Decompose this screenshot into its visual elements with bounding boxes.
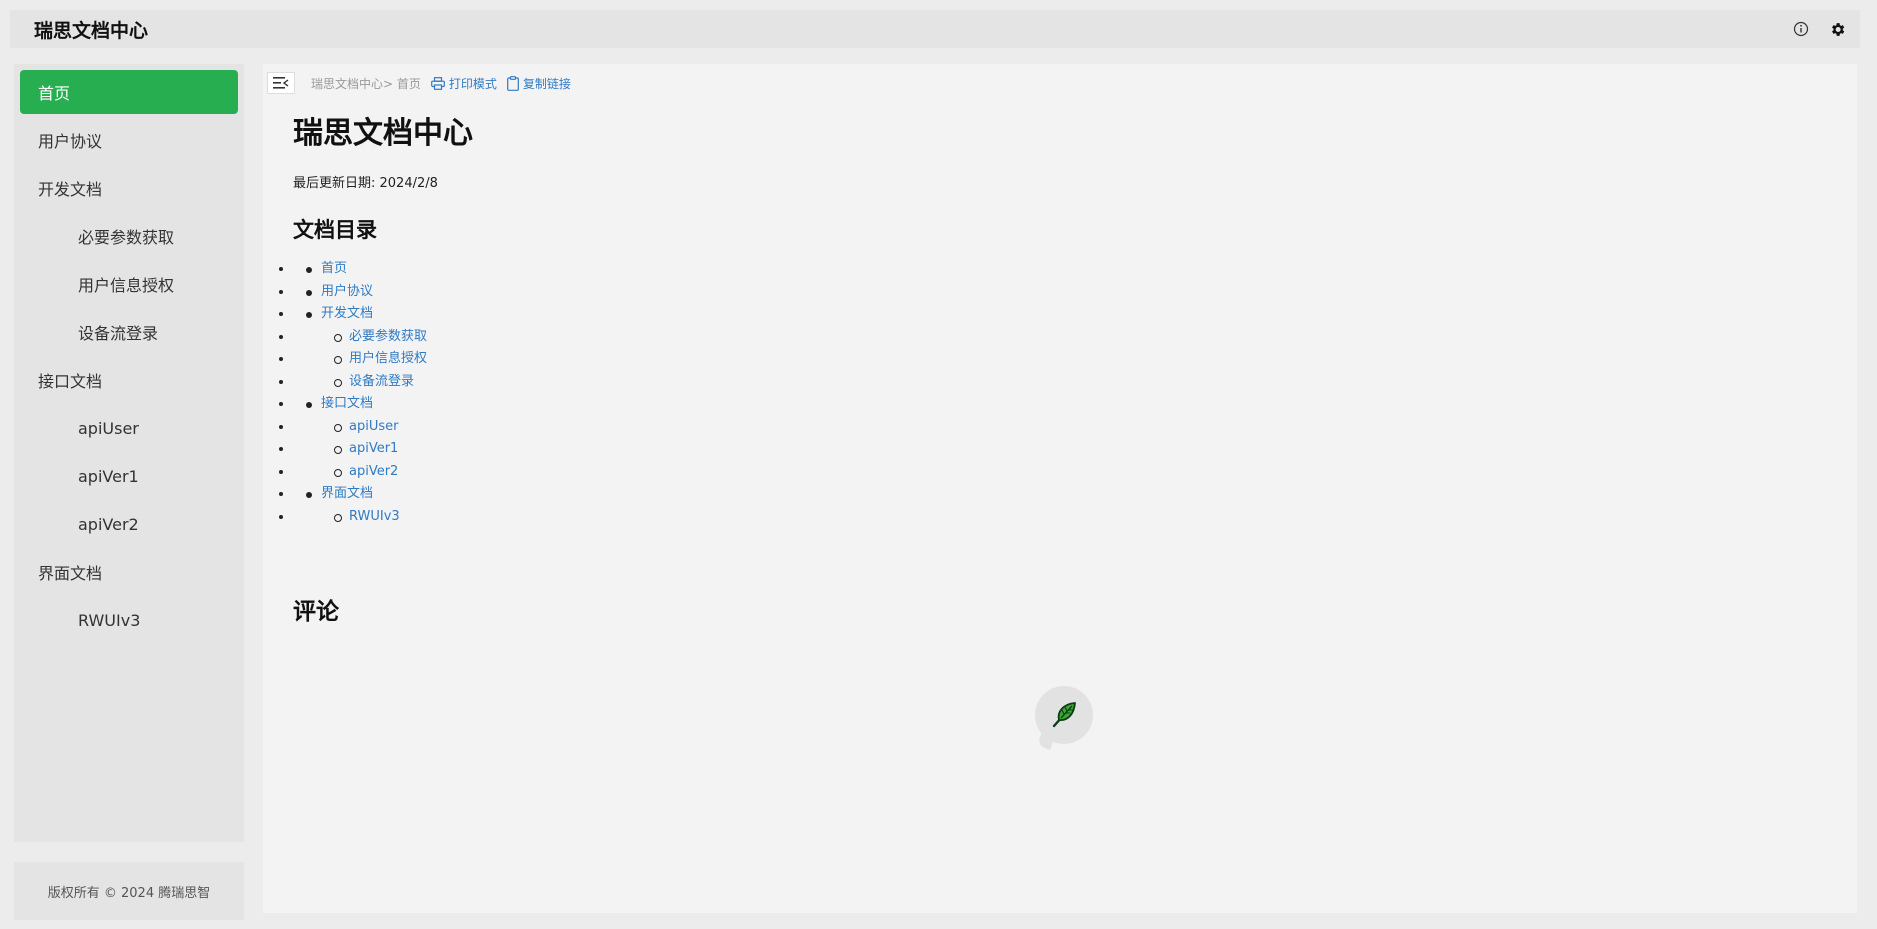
toc-item: apiUser — [293, 416, 427, 439]
copy-link-button[interactable]: 复制链接 — [506, 75, 571, 92]
table-of-contents: 首页 用户协议 开发文档 必要参数获取 用户信息授权 设备流登录 接口文档 ap… — [293, 258, 427, 528]
sidebar-item-label: 界面文档 — [38, 564, 103, 583]
sidebar-item-label: RWUIv3 — [78, 610, 141, 630]
sidebar-item-label: 必要参数获取 — [78, 228, 175, 247]
toc-item: 必要参数获取 — [293, 326, 427, 349]
toc-item: 设备流登录 — [293, 371, 427, 394]
sidebar-item-apiver2[interactable]: apiVer2 — [20, 502, 238, 546]
page-title: 瑞思文档中心 — [293, 116, 473, 151]
last-updated: 最后更新日期: 2024/2/8 — [293, 176, 438, 191]
sidebar-toggle-button[interactable] — [267, 72, 295, 94]
toc-link-dev-docs[interactable]: 开发文档 — [321, 306, 373, 321]
sidebar-item-label: apiVer1 — [78, 466, 139, 486]
printer-icon — [430, 76, 445, 90]
sidebar-item-rwuiv3[interactable]: RWUIv3 — [20, 598, 238, 642]
sidebar-item-dev-docs[interactable]: 开发文档 — [20, 166, 238, 210]
info-icon[interactable] — [1792, 20, 1810, 38]
leaf-icon — [1052, 702, 1076, 728]
toc-link-rwuiv3[interactable]: RWUIv3 — [349, 509, 400, 524]
toc-link-device-login[interactable]: 设备流登录 — [349, 374, 414, 389]
sidebar-item-apiver1[interactable]: apiVer1 — [20, 454, 238, 498]
topbar-actions — [1792, 20, 1846, 38]
brand-title[interactable]: 瑞思文档中心 — [34, 16, 148, 43]
sidebar-nav: 首页 用户协议 开发文档 必要参数获取 用户信息授权 设备流登录 接口文档 ap… — [14, 64, 244, 842]
sidebar-item-ui-docs[interactable]: 界面文档 — [20, 550, 238, 594]
sidebar-item-device-login[interactable]: 设备流登录 — [20, 310, 238, 354]
sidebar-item-user-auth[interactable]: 用户信息授权 — [20, 262, 238, 306]
print-mode-label: 打印模式 — [448, 76, 497, 91]
sidebar-item-label: 用户信息授权 — [78, 276, 175, 295]
gear-icon[interactable] — [1828, 20, 1846, 38]
comments-heading: 评论 — [293, 599, 339, 625]
comment-widget-button[interactable] — [1035, 686, 1093, 744]
print-mode-button[interactable]: 打印模式 — [430, 75, 497, 92]
toc-item: 用户协议 — [293, 281, 427, 304]
toc-link-home[interactable]: 首页 — [321, 261, 347, 276]
toc-item: 首页 — [293, 258, 427, 281]
sidebar-item-user-agreement[interactable]: 用户协议 — [20, 118, 238, 162]
toc-link-apiuser[interactable]: apiUser — [349, 419, 398, 434]
toc-item: apiVer1 — [293, 438, 427, 461]
content-toolbar: 瑞思文档中心> 首页 打印模式 复制链接 — [267, 72, 571, 94]
sidebar-item-label: apiUser — [78, 418, 139, 438]
toc-heading: 文档目录 — [293, 218, 377, 242]
breadcrumb[interactable]: 瑞思文档中心> 首页 — [311, 75, 421, 92]
sidebar-item-label: 用户协议 — [38, 132, 103, 151]
footer: 版权所有 © 2024 腾瑞思智 — [14, 862, 244, 920]
toc-link-api-docs[interactable]: 接口文档 — [321, 396, 373, 411]
sidebar-item-apiuser[interactable]: apiUser — [20, 406, 238, 450]
sidebar-item-required-params[interactable]: 必要参数获取 — [20, 214, 238, 258]
toc-link-apiver2[interactable]: apiVer2 — [349, 464, 398, 479]
toc-link-user-agreement[interactable]: 用户协议 — [321, 284, 373, 299]
content-area: 瑞思文档中心> 首页 打印模式 复制链接 瑞思文档中心 最后更新日期: 2024… — [263, 64, 1857, 913]
toc-item: 接口文档 — [293, 393, 427, 416]
topbar: 瑞思文档中心 — [10, 10, 1860, 48]
toc-item: 开发文档 — [293, 303, 427, 326]
sidebar-item-label: 开发文档 — [38, 180, 103, 199]
sidebar-item-label: apiVer2 — [78, 514, 139, 534]
toc-link-apiver1[interactable]: apiVer1 — [349, 441, 398, 456]
sidebar-item-home[interactable]: 首页 — [20, 70, 238, 114]
toc-link-ui-docs[interactable]: 界面文档 — [321, 486, 373, 501]
sidebar-item-label: 设备流登录 — [78, 324, 159, 343]
sidebar-item-label: 首页 — [38, 84, 71, 103]
menu-collapse-icon — [273, 77, 289, 89]
toc-link-user-auth[interactable]: 用户信息授权 — [349, 351, 427, 366]
clipboard-icon — [506, 75, 519, 91]
toc-item: RWUIv3 — [293, 506, 427, 529]
toc-item: 界面文档 — [293, 483, 427, 506]
sidebar-item-api-docs[interactable]: 接口文档 — [20, 358, 238, 402]
sidebar-item-label: 接口文档 — [38, 372, 103, 391]
copyright-text: 版权所有 © 2024 腾瑞思智 — [47, 885, 211, 901]
toc-link-required-params[interactable]: 必要参数获取 — [349, 329, 427, 344]
copy-link-label: 复制链接 — [522, 76, 571, 91]
toc-item: apiVer2 — [293, 461, 427, 484]
toc-item: 用户信息授权 — [293, 348, 427, 371]
